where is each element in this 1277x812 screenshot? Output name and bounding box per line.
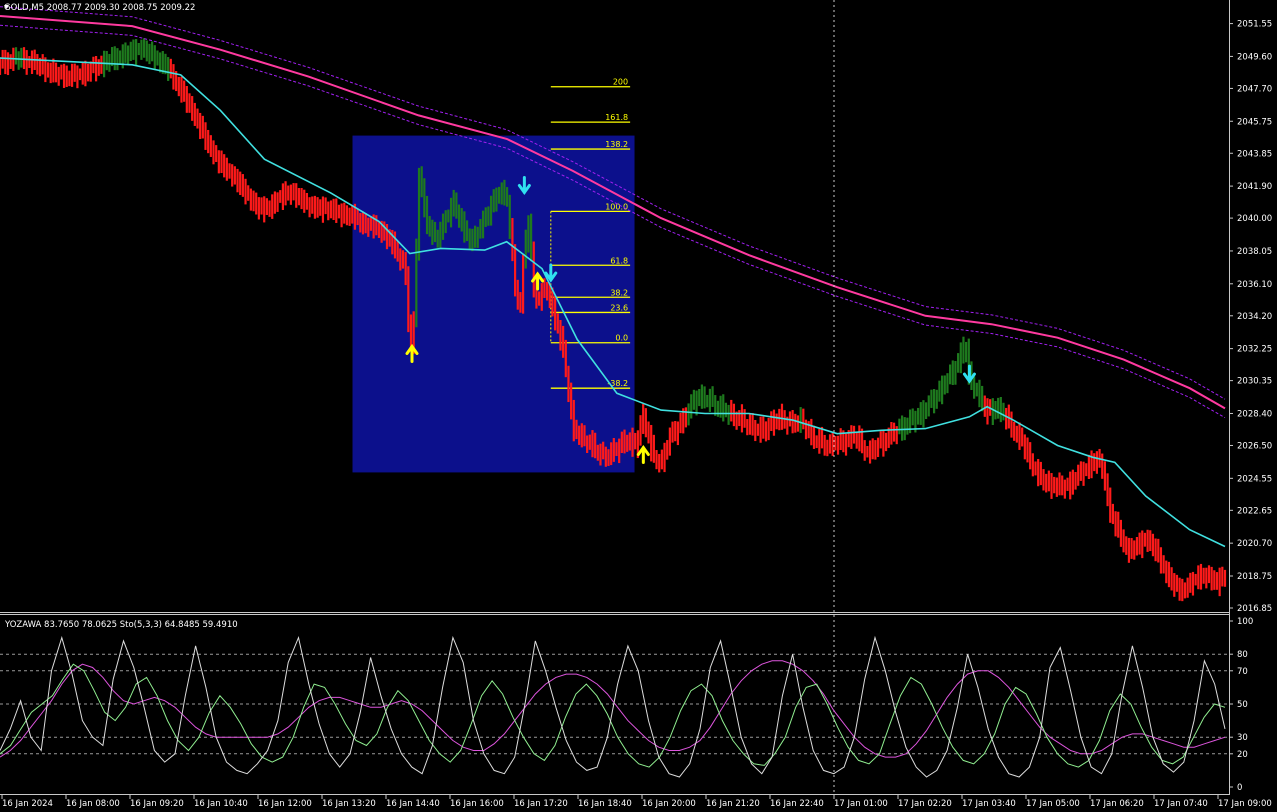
time-axis-label: 16 Jan 17:20	[514, 799, 568, 809]
price-axis-label: 2016.85	[1237, 604, 1272, 614]
fib-level-label: 23.6	[610, 303, 628, 312]
time-axis-label: 17 Jan 01:00	[834, 799, 888, 809]
time-axis-label: 17 Jan 05:00	[1026, 799, 1080, 809]
price-axis: 2051.55 2049.60 2047.70 2045.75 2043.85 2041.…	[1229, 20, 1272, 614]
time-axis-label: 16 Jan 2024	[2, 799, 53, 809]
price-axis-label: 2051.55	[1237, 20, 1272, 30]
indicator-axis-label: 80	[1237, 650, 1248, 660]
price-axis-label: 2020.70	[1237, 539, 1272, 549]
price-axis-label: 2038.05	[1237, 247, 1272, 257]
price-axis-label: 2049.60	[1237, 52, 1272, 62]
time-axis-label: 17 Jan 03:40	[962, 799, 1016, 809]
price-axis-label: 2041.90	[1237, 182, 1272, 192]
fib-level-label: 161.8	[605, 113, 628, 122]
price-axis-label: 2026.50	[1237, 441, 1272, 451]
price-axis-label: 2022.65	[1237, 506, 1272, 516]
price-axis-label: 2034.20	[1237, 312, 1272, 322]
time-axis-label: 16 Jan 20:00	[642, 799, 696, 809]
price-axis-label: 2030.35	[1237, 377, 1272, 387]
time-axis-label: 16 Jan 16:00	[450, 799, 504, 809]
indicator-axis-label: 100	[1237, 617, 1253, 627]
time-axis-label: 17 Jan 02:20	[898, 799, 952, 809]
price-axis-label: 2036.10	[1237, 280, 1272, 290]
price-axis-label: 2047.70	[1237, 84, 1272, 94]
indicator-axis: 100 80 70 50 30 20 0	[1229, 617, 1253, 793]
time-axis-label: 17 Jan 07:40	[1154, 799, 1208, 809]
stochastic-main-line	[0, 635, 1226, 778]
indicator-axis-label: 30	[1237, 733, 1248, 743]
chart-canvas: 200161.8138.2100.061.838.223.60.0-38.2 G…	[0, 0, 1272, 809]
time-axis-label: 16 Jan 14:40	[386, 799, 440, 809]
time-axis-label: 16 Jan 18:40	[578, 799, 632, 809]
chart-title: GOLD,M5 2008.77 2009.30 2008.75 2009.22	[4, 3, 195, 13]
time-axis-label: 16 Jan 13:20	[322, 799, 376, 809]
indicator-axis-label: 0	[1237, 783, 1242, 793]
time-axis-label: 16 Jan 08:00	[66, 799, 120, 809]
price-axis-label: 2045.75	[1237, 117, 1272, 127]
time-axis-label: 16 Jan 10:40	[194, 799, 248, 809]
price-axis-label: 2028.40	[1237, 409, 1272, 419]
indicator-title: YOZAWA 83.7650 78.0625 Sto(5,3,3) 64.848…	[4, 620, 238, 630]
time-axis-label: 16 Jan 21:20	[706, 799, 760, 809]
indicator-axis-label: 20	[1237, 750, 1248, 760]
time-axis-label: 16 Jan 22:40	[770, 799, 824, 809]
price-axis-label: 2024.55	[1237, 474, 1272, 484]
price-axis-label: 2018.75	[1237, 572, 1272, 582]
price-axis-label: 2032.25	[1237, 345, 1272, 355]
fibonacci-zone	[352, 135, 635, 473]
fib-level-label: 200	[613, 78, 628, 87]
fib-level-label: 138.2	[605, 140, 628, 149]
indicator-axis-label: 50	[1237, 700, 1248, 710]
time-axis-label: 17 Jan 06:20	[1090, 799, 1144, 809]
price-axis-label: 2043.85	[1237, 149, 1272, 159]
time-axis-label: 17 Jan 09:00	[1218, 799, 1272, 809]
price-axis-label: 2040.00	[1237, 214, 1272, 224]
indicator-axis-label: 70	[1237, 667, 1248, 677]
fib-level-label: 61.8	[610, 256, 628, 265]
time-axis: 16 Jan 2024 16 Jan 08:00 16 Jan 09:20 16 Ja…	[1, 795, 1272, 809]
fib-level-label: 38.2	[610, 288, 628, 297]
time-axis-label: 16 Jan 12:00	[258, 799, 312, 809]
time-axis-label: 16 Jan 09:20	[130, 799, 184, 809]
fib-level-label: 0.0	[615, 334, 628, 343]
